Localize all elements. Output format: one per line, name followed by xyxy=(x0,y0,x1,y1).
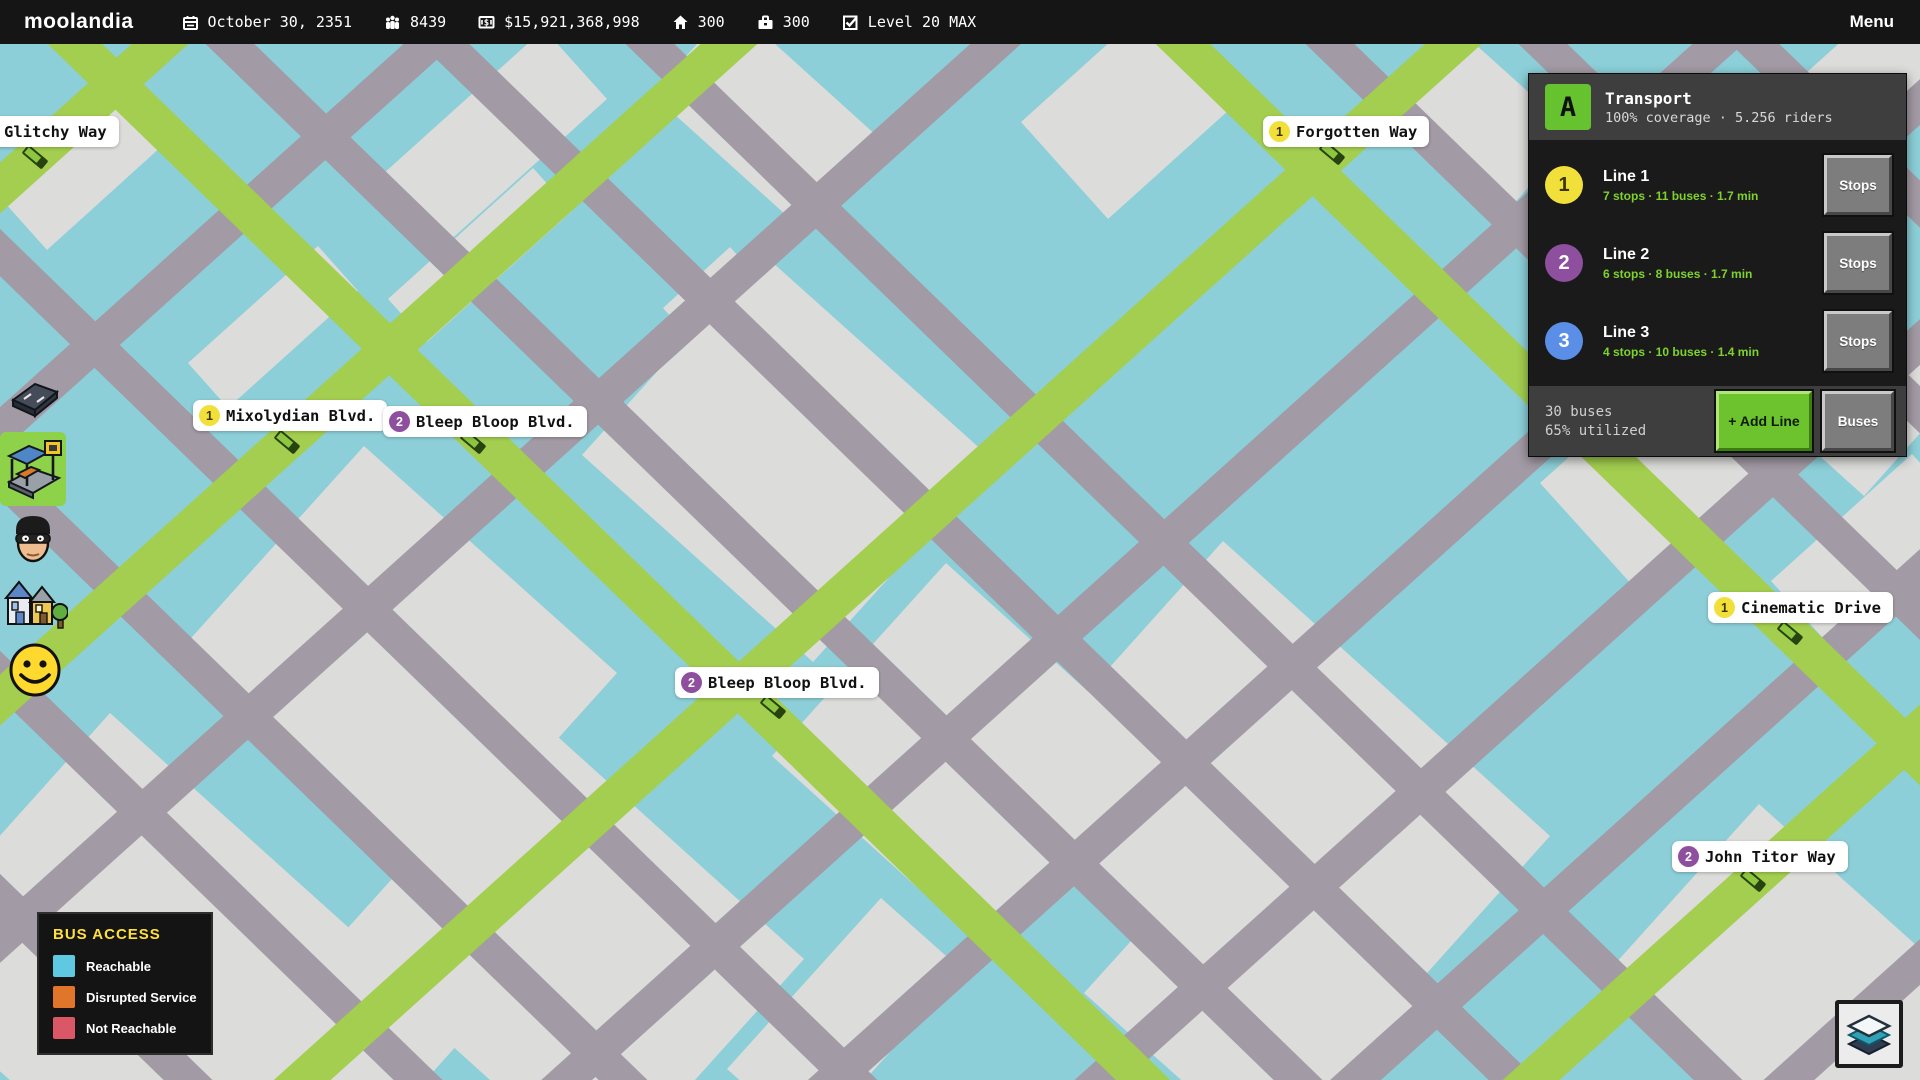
street-label[interactable]: 1 Mixolydian Blvd. xyxy=(193,400,387,431)
stat-item: $ $15,921,368,998 xyxy=(478,13,639,31)
street-name: Forgotten Way xyxy=(1296,123,1417,141)
add-line-button[interactable]: + Add Line xyxy=(1716,391,1812,451)
buses-total: 30 buses xyxy=(1545,404,1646,420)
stat-readouts: October 30, 2351 8439 $ $15,921,368,998 300 3… xyxy=(182,13,977,31)
stat-value: October 30, 2351 xyxy=(208,13,353,31)
line-stats: 4 stops · 10 buses · 1.4 min xyxy=(1603,345,1759,359)
stops-button[interactable]: Stops xyxy=(1824,311,1892,371)
stat-item: 300 xyxy=(757,13,810,31)
bus-access-legend: BUS ACCESS Reachable Disrupted Service Not… xyxy=(37,912,213,1055)
buses-button[interactable]: Buses xyxy=(1822,391,1894,451)
game-screen: Glitchy Way 1 Forgotten Way 1 Mixolydian Blv… xyxy=(0,0,1920,1080)
crime-tool-button[interactable] xyxy=(12,510,54,573)
road-tool-button[interactable] xyxy=(8,376,62,425)
layers-icon xyxy=(1845,1008,1893,1061)
happiness-tool-button[interactable] xyxy=(8,642,62,703)
road-icon xyxy=(8,407,62,424)
stat-item: Level 20 MAX xyxy=(842,13,976,31)
street-line-badge: 1 xyxy=(1714,597,1735,618)
transport-panel-footer: 30 buses 65% utilized + Add Line Buses xyxy=(1529,386,1906,456)
legend-swatch xyxy=(53,955,75,977)
line-name: Line 3 xyxy=(1603,324,1759,342)
population-icon xyxy=(384,14,401,31)
street-line-badge: 1 xyxy=(1269,121,1290,142)
smiley-icon xyxy=(8,685,62,702)
housing-tool-button[interactable] xyxy=(4,574,68,637)
street-name: Cinematic Drive xyxy=(1741,599,1881,617)
bus-stop-icon xyxy=(3,434,63,505)
legend-title: BUS ACCESS xyxy=(53,926,197,943)
legend-label: Disrupted Service xyxy=(86,990,197,1005)
stat-value: Level 20 MAX xyxy=(868,13,976,31)
svg-text:$: $ xyxy=(484,18,489,28)
calendar-icon xyxy=(182,14,199,31)
street-label[interactable]: Glitchy Way xyxy=(0,116,119,147)
transport-line-row[interactable]: 2 Line 2 6 stops · 8 buses · 1.7 min Stops xyxy=(1529,224,1906,302)
street-name: Bleep Bloop Blvd. xyxy=(416,413,575,431)
bus-stop-tool-button[interactable] xyxy=(0,432,66,506)
street-name: Mixolydian Blvd. xyxy=(226,407,375,425)
stat-item: October 30, 2351 xyxy=(182,13,353,31)
transport-panel: A Transport 100% coverage · 5.256 riders… xyxy=(1528,73,1907,457)
legend-item: Reachable xyxy=(53,955,197,977)
legend-label: Reachable xyxy=(86,959,151,974)
line-number-badge: 2 xyxy=(1545,244,1583,282)
street-label[interactable]: 1 Forgotten Way xyxy=(1263,116,1429,147)
street-name: Bleep Bloop Blvd. xyxy=(708,674,867,692)
transport-panel-subtitle: 100% coverage · 5.256 riders xyxy=(1605,110,1833,126)
transport-lines-list: 1 Line 1 7 stops · 11 buses · 1.7 min Stops… xyxy=(1529,140,1906,386)
money-icon: $ xyxy=(478,14,495,31)
burglar-icon xyxy=(12,555,54,572)
level-icon xyxy=(842,14,859,31)
transport-panel-header: A Transport 100% coverage · 5.256 riders xyxy=(1529,74,1906,140)
transport-line-row[interactable]: 1 Line 1 7 stops · 11 buses · 1.7 min Stops xyxy=(1529,146,1906,224)
legend-swatch xyxy=(53,986,75,1008)
line-stats: 7 stops · 11 buses · 1.7 min xyxy=(1603,189,1758,203)
street-line-badge: 2 xyxy=(681,672,702,693)
stat-value: 300 xyxy=(698,13,725,31)
line-number-badge: 1 xyxy=(1545,166,1583,204)
legend-item: Not Reachable xyxy=(53,1017,197,1039)
legend-swatch xyxy=(53,1017,75,1039)
line-number-badge: 3 xyxy=(1545,322,1583,360)
street-label[interactable]: 2 Bleep Bloop Blvd. xyxy=(383,406,587,437)
street-line-badge: 2 xyxy=(1678,846,1699,867)
street-line-badge: 2 xyxy=(389,411,410,432)
transport-icon: A xyxy=(1545,84,1591,130)
stat-value: $15,921,368,998 xyxy=(504,13,639,31)
residential-icon xyxy=(672,14,689,31)
street-label[interactable]: 1 Cinematic Drive xyxy=(1708,592,1893,623)
stat-item: 8439 xyxy=(384,13,446,31)
street-line-badge: 1 xyxy=(199,405,220,426)
stops-button[interactable]: Stops xyxy=(1824,233,1892,293)
stops-button[interactable]: Stops xyxy=(1824,155,1892,215)
stat-value: 8439 xyxy=(410,13,446,31)
line-stats: 6 stops · 8 buses · 1.7 min xyxy=(1603,267,1752,281)
street-label[interactable]: 2 John Titor Way xyxy=(1672,841,1848,872)
transport-panel-title: Transport xyxy=(1605,89,1833,108)
legend-label: Not Reachable xyxy=(86,1021,176,1036)
legend-item: Disrupted Service xyxy=(53,986,197,1008)
line-name: Line 2 xyxy=(1603,246,1752,264)
stat-value: 300 xyxy=(783,13,810,31)
street-name: Glitchy Way xyxy=(4,123,107,141)
top-stat-bar: moolandia October 30, 2351 8439 $ $15,921,3… xyxy=(0,0,1920,44)
menu-button[interactable]: Menu xyxy=(1850,12,1894,32)
line-name: Line 1 xyxy=(1603,168,1758,186)
transport-line-row[interactable]: 3 Line 3 4 stops · 10 buses · 1.4 min Stops xyxy=(1529,302,1906,380)
street-label[interactable]: 2 Bleep Bloop Blvd. xyxy=(675,667,879,698)
houses-icon xyxy=(4,619,68,636)
street-name: John Titor Way xyxy=(1705,848,1836,866)
stat-item: 300 xyxy=(672,13,725,31)
buses-utilization: 65% utilized xyxy=(1545,423,1646,439)
jobs-icon xyxy=(757,14,774,31)
map-layers-button[interactable] xyxy=(1835,1000,1903,1068)
game-logo: moolandia xyxy=(24,10,134,34)
